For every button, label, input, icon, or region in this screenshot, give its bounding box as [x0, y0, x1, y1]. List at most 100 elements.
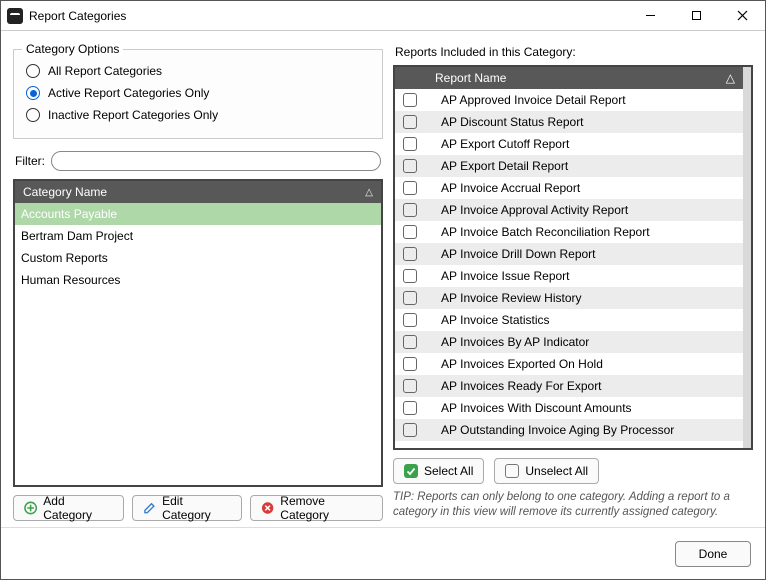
radio-icon [26, 64, 40, 78]
category-row[interactable]: Accounts Payable [15, 203, 381, 225]
report-name: AP Invoices With Discount Amounts [427, 401, 632, 415]
close-icon [737, 10, 748, 21]
add-category-button[interactable]: Add Category [13, 495, 124, 521]
report-row[interactable]: AP Invoices Ready For Export [395, 375, 743, 397]
category-options-group: Category Options All Report CategoriesAc… [13, 49, 383, 139]
report-checkbox[interactable] [403, 93, 417, 107]
window: Report Categories Category Options All R… [0, 0, 766, 580]
category-row[interactable]: Human Resources [15, 269, 381, 291]
report-row[interactable]: AP Invoice Review History [395, 287, 743, 309]
report-name: AP Invoices Exported On Hold [427, 357, 603, 371]
report-checkbox[interactable] [403, 379, 417, 393]
window-title: Report Categories [29, 9, 126, 23]
report-row[interactable]: AP Discount Status Report [395, 111, 743, 133]
category-header-label: Category Name [23, 185, 107, 199]
filter-input[interactable] [51, 151, 381, 171]
radio-option[interactable]: All Report Categories [26, 60, 370, 82]
maximize-icon [691, 10, 702, 21]
reports-header[interactable]: Report Name △ [395, 67, 743, 89]
report-checkbox[interactable] [403, 181, 417, 195]
report-checkbox[interactable] [403, 247, 417, 261]
category-row[interactable]: Custom Reports [15, 247, 381, 269]
report-name: AP Invoice Review History [427, 291, 582, 305]
select-all-button[interactable]: Select All [393, 458, 484, 484]
report-checkbox[interactable] [403, 203, 417, 217]
report-checkbox[interactable] [403, 335, 417, 349]
report-name: AP Discount Status Report [427, 115, 584, 129]
radio-option[interactable]: Inactive Report Categories Only [26, 104, 370, 126]
edit-category-label: Edit Category [162, 494, 231, 522]
reports-list: Report Name △ AP Approved Invoice Detail… [393, 65, 753, 450]
report-row[interactable]: AP Invoice Issue Report [395, 265, 743, 287]
report-row[interactable]: AP Export Cutoff Report [395, 133, 743, 155]
radio-label: All Report Categories [48, 64, 162, 78]
report-checkbox[interactable] [403, 137, 417, 151]
close-button[interactable] [719, 1, 765, 31]
report-name: AP Approved Invoice Detail Report [427, 93, 626, 107]
report-checkbox[interactable] [403, 269, 417, 283]
tip-text: TIP: Reports can only belong to one cate… [393, 490, 753, 521]
report-checkbox[interactable] [403, 225, 417, 239]
report-name: AP Invoice Statistics [427, 313, 550, 327]
category-name: Custom Reports [21, 251, 108, 265]
pencil-icon [143, 501, 156, 515]
report-name: AP Export Detail Report [427, 159, 568, 173]
remove-category-label: Remove Category [280, 494, 372, 522]
radio-option[interactable]: Active Report Categories Only [26, 82, 370, 104]
add-category-label: Add Category [43, 494, 113, 522]
report-row[interactable]: AP Invoice Accrual Report [395, 177, 743, 199]
report-checkbox[interactable] [403, 357, 417, 371]
category-name: Accounts Payable [21, 207, 117, 221]
report-checkbox[interactable] [403, 313, 417, 327]
report-checkbox[interactable] [403, 159, 417, 173]
done-button[interactable]: Done [675, 541, 751, 567]
checkbox-empty-icon [505, 464, 519, 478]
sort-asc-icon: △ [726, 71, 735, 85]
report-row[interactable]: AP Invoice Approval Activity Report [395, 199, 743, 221]
reports-section-label: Reports Included in this Category: [395, 45, 753, 59]
radio-icon [26, 86, 40, 100]
report-name: AP Invoices By AP Indicator [427, 335, 589, 349]
report-checkbox[interactable] [403, 401, 417, 415]
category-header[interactable]: Category Name △ [15, 181, 381, 203]
report-row[interactable]: AP Invoice Drill Down Report [395, 243, 743, 265]
remove-category-button[interactable]: Remove Category [250, 495, 383, 521]
report-checkbox[interactable] [403, 423, 417, 437]
minimize-icon [645, 10, 656, 21]
edit-category-button[interactable]: Edit Category [132, 495, 242, 521]
maximize-button[interactable] [673, 1, 719, 31]
unselect-all-button[interactable]: Unselect All [494, 458, 599, 484]
report-name: AP Invoices Ready For Export [427, 379, 602, 393]
report-name: AP Invoice Drill Down Report [427, 247, 596, 261]
scrollbar[interactable] [743, 67, 751, 448]
report-name: AP Export Cutoff Report [427, 137, 569, 151]
unselect-all-label: Unselect All [525, 464, 588, 478]
report-row[interactable]: AP Invoices With Discount Amounts [395, 397, 743, 419]
report-name: AP Invoice Approval Activity Report [427, 203, 628, 217]
report-name: AP Invoice Issue Report [427, 269, 570, 283]
category-name: Human Resources [21, 273, 120, 287]
plus-circle-icon [24, 501, 37, 515]
category-name: Bertram Dam Project [21, 229, 133, 243]
radio-icon [26, 108, 40, 122]
report-checkbox[interactable] [403, 291, 417, 305]
x-circle-icon [261, 501, 274, 515]
category-list: Category Name △ Accounts Payable Bertram … [13, 179, 383, 487]
report-rows: AP Approved Invoice Detail Report AP Disc… [395, 89, 743, 448]
report-row[interactable]: AP Invoice Statistics [395, 309, 743, 331]
footer: Done [1, 527, 765, 579]
minimize-button[interactable] [627, 1, 673, 31]
select-all-label: Select All [424, 464, 473, 478]
report-checkbox[interactable] [403, 115, 417, 129]
report-row[interactable]: AP Invoice Batch Reconciliation Report [395, 221, 743, 243]
report-row[interactable]: AP Invoices Exported On Hold [395, 353, 743, 375]
report-row[interactable]: AP Outstanding Invoice Aging By Processo… [395, 419, 743, 441]
report-row[interactable]: AP Invoices By AP Indicator [395, 331, 743, 353]
reports-header-label: Report Name [435, 71, 506, 85]
radio-label: Active Report Categories Only [48, 86, 209, 100]
titlebar: Report Categories [1, 1, 765, 31]
report-row[interactable]: AP Export Detail Report [395, 155, 743, 177]
report-row[interactable]: AP Approved Invoice Detail Report [395, 89, 743, 111]
category-rows: Accounts Payable Bertram Dam Project Custo… [15, 203, 381, 485]
category-row[interactable]: Bertram Dam Project [15, 225, 381, 247]
